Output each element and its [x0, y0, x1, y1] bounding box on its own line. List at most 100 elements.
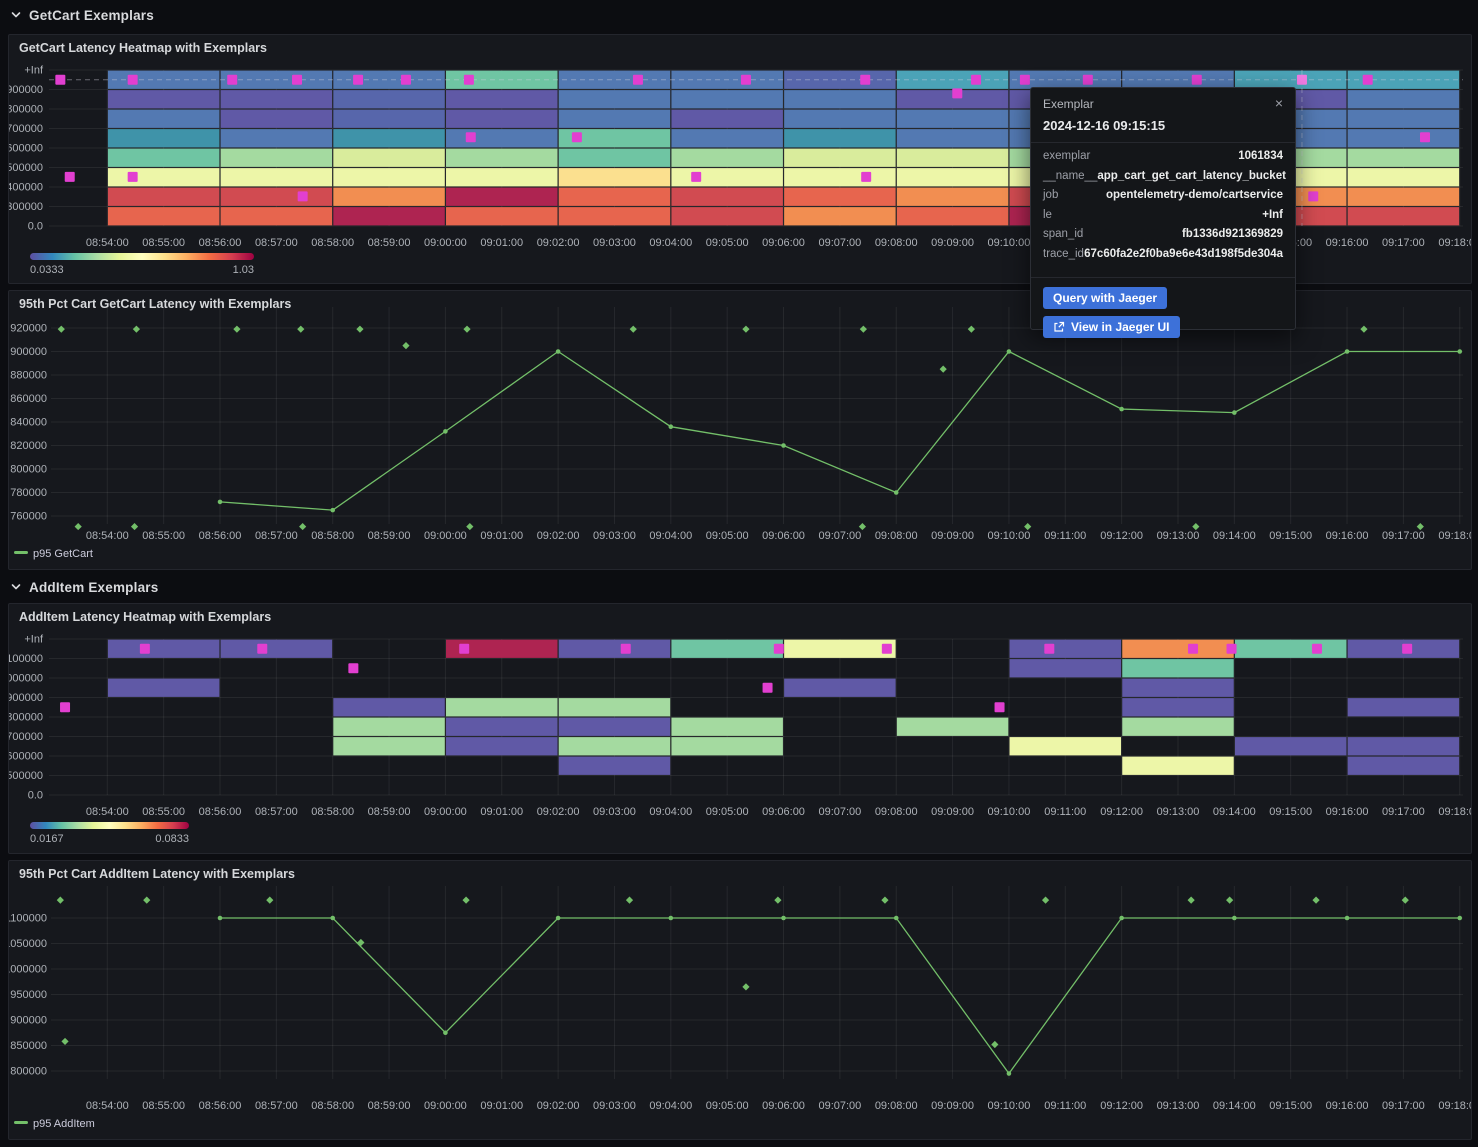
svg-text:08:58:00: 08:58:00	[311, 530, 354, 542]
svg-text:09:17:00: 09:17:00	[1382, 806, 1425, 818]
panel-title: AddItem Latency Heatmap with Exemplars	[19, 610, 271, 624]
svg-text:09:05:00: 09:05:00	[706, 530, 749, 542]
svg-text:08:54:00: 08:54:00	[86, 237, 129, 249]
svg-text:09:15:00: 09:15:00	[1269, 1100, 1312, 1112]
tooltip-row: __name__app_cart_get_cart_latency_bucket	[1043, 170, 1283, 190]
legend-item[interactable]: p95 AddItem	[14, 1118, 95, 1130]
divider	[1031, 142, 1295, 143]
svg-text:09:08:00: 09:08:00	[875, 806, 918, 818]
svg-text:09:17:00: 09:17:00	[1382, 530, 1425, 542]
svg-text:08:55:00: 08:55:00	[142, 530, 185, 542]
svg-text:09:06:00: 09:06:00	[762, 530, 805, 542]
svg-text:08:55:00: 08:55:00	[142, 237, 185, 249]
svg-text:09:16:00: 09:16:00	[1326, 530, 1369, 542]
panel-title: GetCart Latency Heatmap with Exemplars	[19, 41, 267, 55]
svg-text:900000: 900000	[10, 346, 47, 358]
tooltip-row: exemplar1061834	[1043, 150, 1283, 170]
legend-item[interactable]: p95 GetCart	[14, 548, 93, 560]
svg-text:09:09:00: 09:09:00	[931, 1100, 974, 1112]
svg-text:09:18:00: 09:18:00	[1438, 1100, 1471, 1112]
svg-text:09:10:00: 09:10:00	[988, 806, 1031, 818]
svg-text:0.0167: 0.0167	[30, 833, 64, 845]
svg-text:09:12:00: 09:12:00	[1100, 1100, 1143, 1112]
tooltip-rows: exemplar1061834__name__app_cart_get_cart…	[1043, 150, 1283, 268]
svg-text:09:15:00: 09:15:00	[1269, 530, 1312, 542]
section-title: GetCart Exemplars	[29, 8, 154, 23]
svg-text:08:56:00: 08:56:00	[199, 806, 242, 818]
svg-text:500000: 500000	[9, 770, 43, 782]
svg-text:09:07:00: 09:07:00	[818, 530, 861, 542]
svg-text:09:14:00: 09:14:00	[1213, 1100, 1256, 1112]
svg-text:900000: 900000	[9, 84, 43, 96]
additem-line-chart[interactable]: 08:54:0008:55:0008:56:0008:57:0008:58:00…	[9, 861, 1471, 1139]
svg-text:600000: 600000	[9, 143, 43, 155]
svg-text:900000: 900000	[10, 1015, 47, 1027]
svg-text:600000: 600000	[9, 751, 43, 763]
svg-text:840000: 840000	[10, 417, 47, 429]
section-header-getcart[interactable]: GetCart Exemplars	[0, 1, 1478, 29]
tooltip-row: le+Inf	[1043, 209, 1283, 229]
svg-text:09:01:00: 09:01:00	[480, 1100, 523, 1112]
tooltip-row: span_idfb1336d921369829	[1043, 228, 1283, 248]
svg-text:09:05:00: 09:05:00	[706, 806, 749, 818]
svg-text:820000: 820000	[10, 440, 47, 452]
additem-heatmap-chart[interactable]: 08:54:0008:55:0008:56:0008:57:0008:58:00…	[9, 604, 1471, 853]
svg-text:09:05:00: 09:05:00	[706, 1100, 749, 1112]
svg-text:09:11:00: 09:11:00	[1044, 1100, 1086, 1112]
svg-text:760000: 760000	[10, 511, 47, 523]
svg-text:08:55:00: 08:55:00	[142, 806, 185, 818]
svg-text:08:57:00: 08:57:00	[255, 530, 298, 542]
svg-text:1100000: 1100000	[9, 653, 43, 665]
svg-text:09:02:00: 09:02:00	[537, 530, 580, 542]
svg-text:08:58:00: 08:58:00	[311, 1100, 354, 1112]
svg-text:400000: 400000	[9, 182, 43, 194]
svg-text:920000: 920000	[10, 323, 47, 335]
svg-text:+Inf: +Inf	[24, 65, 44, 77]
svg-text:0.0: 0.0	[28, 790, 43, 802]
close-icon[interactable]: ×	[1275, 97, 1283, 109]
svg-text:09:08:00: 09:08:00	[875, 1100, 918, 1112]
svg-text:09:09:00: 09:09:00	[931, 237, 974, 249]
svg-text:09:17:00: 09:17:00	[1382, 1100, 1425, 1112]
svg-text:08:54:00: 08:54:00	[86, 530, 129, 542]
svg-text:08:57:00: 08:57:00	[255, 1100, 298, 1112]
query-with-jaeger-button[interactable]: Query with Jaeger	[1043, 287, 1167, 309]
panel-additem-line: 95th Pct Cart AddItem Latency with Exemp…	[8, 860, 1472, 1140]
svg-text:09:02:00: 09:02:00	[537, 1100, 580, 1112]
view-in-jaeger-button[interactable]: View in Jaeger UI	[1043, 316, 1180, 338]
svg-text:09:06:00: 09:06:00	[762, 237, 805, 249]
svg-text:800000: 800000	[10, 464, 47, 476]
section-header-additem[interactable]: AddItem Exemplars	[0, 574, 1478, 600]
svg-text:09:16:00: 09:16:00	[1326, 237, 1369, 249]
svg-text:08:57:00: 08:57:00	[255, 806, 298, 818]
svg-text:850000: 850000	[10, 1040, 47, 1052]
svg-text:09:13:00: 09:13:00	[1157, 530, 1200, 542]
svg-text:1000000: 1000000	[9, 964, 47, 976]
external-link-icon	[1053, 321, 1065, 333]
svg-text:p95 GetCart: p95 GetCart	[33, 548, 93, 560]
svg-text:700000: 700000	[9, 123, 43, 135]
svg-text:880000: 880000	[10, 370, 47, 382]
svg-text:08:59:00: 08:59:00	[368, 530, 411, 542]
svg-text:09:04:00: 09:04:00	[649, 237, 692, 249]
svg-text:09:00:00: 09:00:00	[424, 1100, 467, 1112]
panel-title: 95th Pct Cart AddItem Latency with Exemp…	[19, 867, 295, 881]
svg-text:09:12:00: 09:12:00	[1100, 530, 1143, 542]
svg-text:09:17:00: 09:17:00	[1382, 237, 1425, 249]
svg-text:09:10:00: 09:10:00	[988, 1100, 1031, 1112]
svg-text:09:09:00: 09:09:00	[931, 530, 974, 542]
svg-text:09:08:00: 09:08:00	[875, 237, 918, 249]
svg-text:0.0333: 0.0333	[30, 264, 64, 276]
panel-additem-heatmap: AddItem Latency Heatmap with Exemplars 0…	[8, 603, 1472, 854]
svg-text:08:59:00: 08:59:00	[368, 1100, 411, 1112]
svg-text:09:02:00: 09:02:00	[537, 806, 580, 818]
svg-text:780000: 780000	[10, 487, 47, 499]
svg-text:09:18:00: 09:18:00	[1438, 806, 1471, 818]
chevron-down-icon	[10, 581, 22, 593]
svg-text:950000: 950000	[10, 989, 47, 1001]
svg-text:08:58:00: 08:58:00	[311, 237, 354, 249]
tooltip-row: jobopentelemetry-demo/cartservice	[1043, 189, 1283, 209]
svg-text:09:10:00: 09:10:00	[988, 237, 1031, 249]
svg-text:09:18:00: 09:18:00	[1438, 530, 1471, 542]
svg-text:09:02:00: 09:02:00	[537, 237, 580, 249]
